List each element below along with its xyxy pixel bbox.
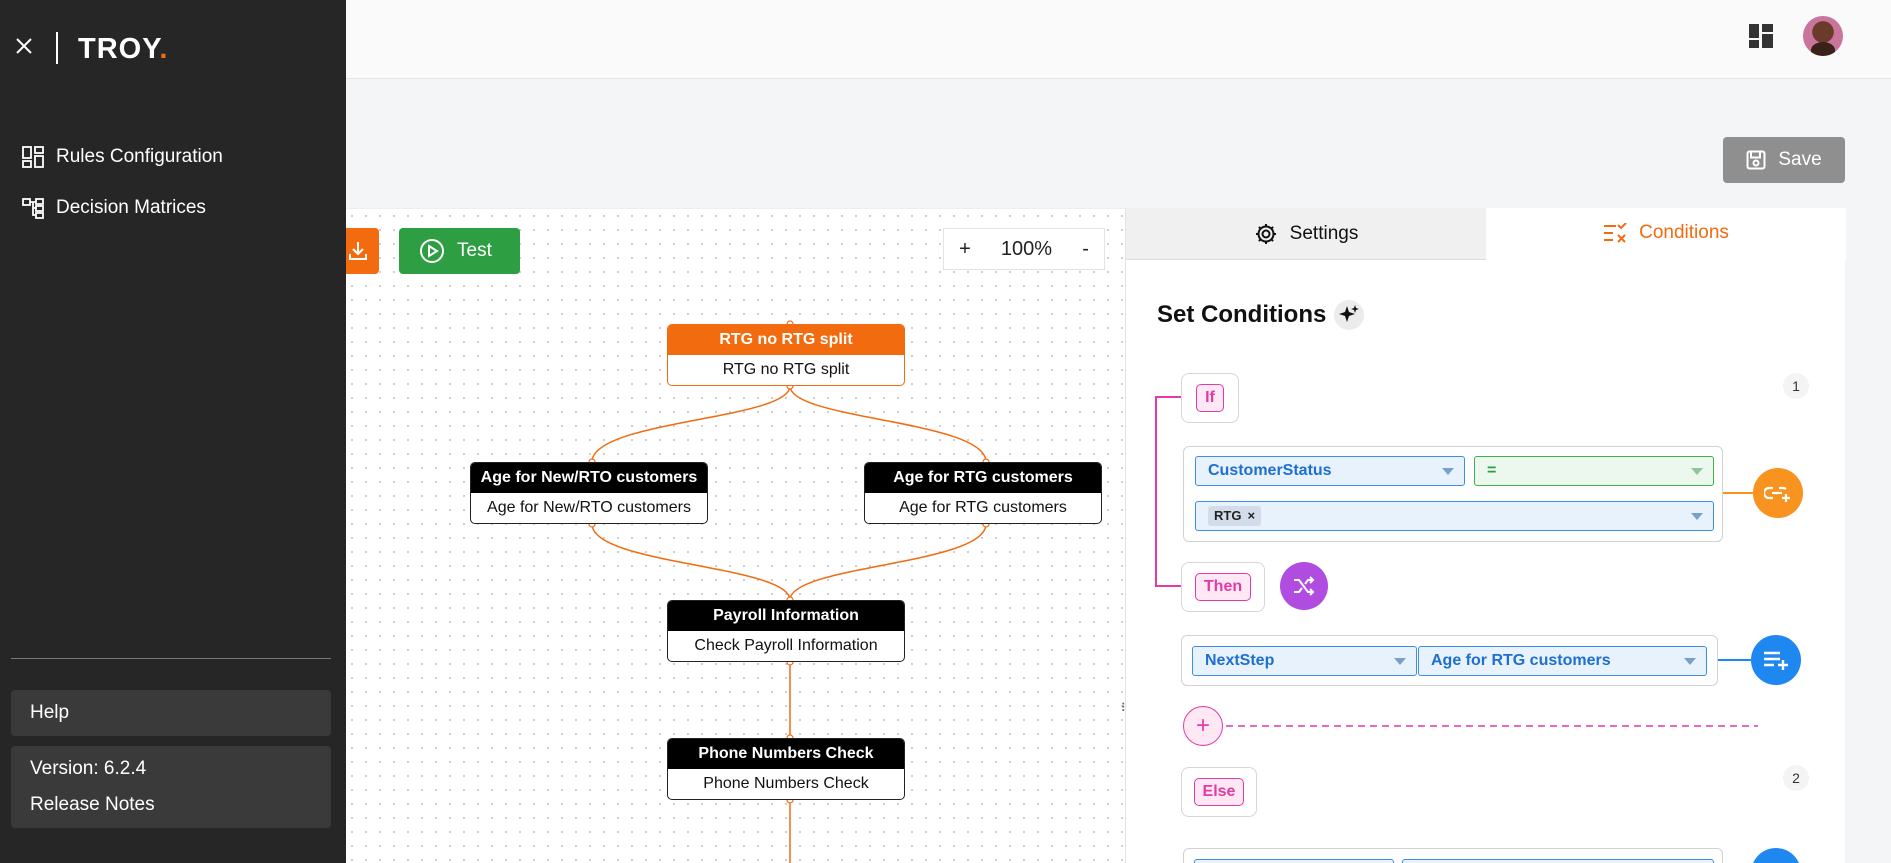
chip-remove-icon[interactable]: × <box>1247 508 1255 523</box>
brand-logo: TROY. <box>78 33 168 66</box>
download-icon <box>348 242 367 260</box>
hierarchy-icon <box>22 198 44 219</box>
block-number-2: 2 <box>1783 765 1809 791</box>
if-block: If <box>1181 373 1239 423</box>
node-title: RTG no RTG split <box>668 325 904 355</box>
sidebar-item-label: Decision Matrices <box>56 197 206 218</box>
flow-node-payroll[interactable]: Payroll Information Check Payroll Inform… <box>667 600 905 662</box>
version-box: Version: 6.2.4 Release Notes <box>11 746 331 828</box>
else-block: Else <box>1181 767 1257 817</box>
action-row: NextStep Age for RTG customers <box>1181 635 1718 686</box>
test-label: Test <box>457 240 492 261</box>
node-body: Check Payroll Information <box>694 637 878 654</box>
node-title: Age for RTG customers <box>865 463 1101 493</box>
flow-node-phone-check[interactable]: Phone Numbers Check Phone Numbers Check <box>667 738 905 800</box>
value-chip-label: RTG <box>1214 508 1242 523</box>
flow-node-age-rtg[interactable]: Age for RTG customers Age for RTG custom… <box>864 462 1102 524</box>
logo-divider <box>56 32 58 64</box>
condition-field-value: CustomerStatus <box>1208 462 1332 479</box>
sidebar-item-rules-configuration[interactable]: Rules Configuration <box>22 142 223 172</box>
chevron-down-icon <box>1394 658 1406 665</box>
close-icon[interactable] <box>14 36 34 56</box>
chevron-down-icon <box>1684 658 1696 665</box>
sidebar-item-decision-matrices[interactable]: Decision Matrices <box>22 193 206 223</box>
release-notes-link[interactable]: Release Notes <box>30 794 331 816</box>
node-body: Age for RTG customers <box>899 499 1067 516</box>
user-avatar[interactable] <box>1803 16 1843 56</box>
sidebar-divider <box>11 658 331 659</box>
apps-grid-icon[interactable] <box>1749 24 1773 48</box>
value-chip: RTG × <box>1208 506 1262 526</box>
shuffle-icon <box>1294 576 1315 596</box>
test-button[interactable]: Test <box>399 228 520 274</box>
brand-name: TROY <box>78 33 160 65</box>
then-block: Then <box>1181 562 1265 612</box>
add-action-button[interactable] <box>1751 635 1801 685</box>
node-title: Age for New/RTO customers <box>471 463 707 493</box>
node-body: RTG no RTG split <box>722 361 850 378</box>
if-label[interactable]: If <box>1196 384 1224 412</box>
then-label[interactable]: Then <box>1194 573 1252 601</box>
chevron-down-icon <box>1691 468 1703 475</box>
help-label: Help <box>30 702 70 723</box>
zoom-out-button[interactable]: - <box>1082 238 1089 261</box>
conditions-panel: Settings Conditions Set Conditions If 1 … <box>1125 208 1846 863</box>
action-field-value: NextStep <box>1205 652 1275 669</box>
chevron-down-icon <box>1442 468 1454 475</box>
condition-field-select[interactable]: CustomerStatus <box>1195 456 1465 486</box>
help-button[interactable]: Help <box>11 690 331 736</box>
condition-operator-select[interactable]: = <box>1474 456 1714 486</box>
action-value: Age for RTG customers <box>1431 652 1611 669</box>
brand-dot: . <box>159 33 169 65</box>
else-row <box>1183 848 1723 863</box>
shuffle-button[interactable] <box>1280 562 1328 610</box>
sidebar: TROY. Rules Configuration Decision Matri… <box>0 0 346 863</box>
node-title: Payroll Information <box>668 601 904 631</box>
playlist-add-icon <box>1764 651 1788 670</box>
condition-operator-value: = <box>1487 462 1497 479</box>
add-condition-button[interactable]: + <box>1183 706 1223 746</box>
node-body: Phone Numbers Check <box>703 775 869 792</box>
link-condition-button[interactable] <box>1753 468 1803 518</box>
link-add-icon <box>1764 486 1790 502</box>
version-text: Version: 6.2.4 <box>30 758 147 779</box>
flow-node-rtg-split[interactable]: RTG no RTG split RTG no RTG split <box>667 324 905 386</box>
block-number-1: 1 <box>1783 373 1809 399</box>
action-value-select[interactable]: Age for RTG customers <box>1418 646 1707 676</box>
condition-value-select[interactable]: RTG × <box>1195 501 1714 531</box>
zoom-control: + 100% - <box>943 228 1105 270</box>
chevron-down-icon <box>1691 513 1703 520</box>
node-body: Age for New/RTO customers <box>487 499 691 516</box>
node-title: Phone Numbers Check <box>668 739 904 769</box>
dashboard-icon <box>22 146 44 168</box>
save-label: Save <box>1778 149 1822 170</box>
else-label[interactable]: Else <box>1193 778 1245 806</box>
save-button[interactable]: Save <box>1723 137 1845 183</box>
else-field-select[interactable] <box>1194 859 1394 863</box>
sidebar-item-label: Rules Configuration <box>56 146 223 167</box>
plus-icon: + <box>1195 712 1210 739</box>
else-value-select[interactable] <box>1402 859 1714 863</box>
play-circle-icon <box>420 239 444 263</box>
zoom-level: 100% <box>1000 237 1053 260</box>
condition-row: CustomerStatus = RTG × <box>1183 446 1723 542</box>
flow-node-age-new-rto[interactable]: Age for New/RTO customers Age for New/RT… <box>470 462 708 524</box>
save-icon <box>1746 150 1766 170</box>
zoom-in-button[interactable]: + <box>959 238 971 261</box>
action-field-select[interactable]: NextStep <box>1192 646 1417 676</box>
